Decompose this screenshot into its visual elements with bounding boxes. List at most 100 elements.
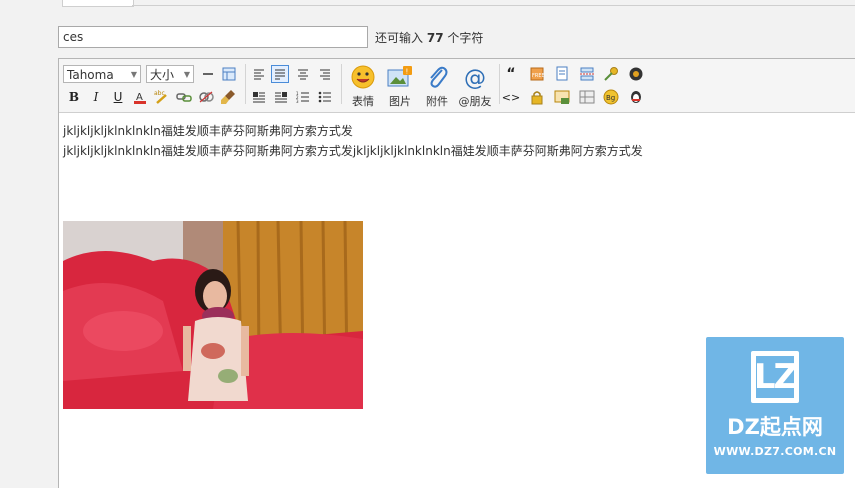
qq-penguin-icon xyxy=(631,91,641,103)
embedded-photo[interactable] xyxy=(63,221,363,409)
insert-code-block-button[interactable] xyxy=(553,65,571,83)
font-size-value: 大小 xyxy=(150,68,175,82)
editor-content[interactable]: jkljkljkljklnklnkln福娃发顺丰萨芬阿斯弗阿方索方式发 jklj… xyxy=(63,121,853,161)
bg-color-icon: Bg xyxy=(603,89,619,105)
ordered-list-icon: 123 xyxy=(296,91,309,103)
float-right-button[interactable] xyxy=(272,88,290,106)
insert-grid-button[interactable] xyxy=(578,88,596,106)
code-button[interactable]: <> xyxy=(502,88,520,106)
ordered-list-button[interactable]: 123 xyxy=(294,88,312,106)
mention-button[interactable]: @ @朋友 xyxy=(455,63,495,109)
bold-button[interactable]: B xyxy=(65,88,83,106)
password-button[interactable] xyxy=(528,88,546,106)
insert-link-button[interactable] xyxy=(175,88,193,106)
link-icon xyxy=(176,93,192,102)
mention-label: @朋友 xyxy=(458,95,492,108)
subject-row: 还可输入 77 个字符 xyxy=(58,26,855,48)
font-color-icon: A xyxy=(134,92,146,104)
qq-button[interactable] xyxy=(627,88,645,106)
tab-divider xyxy=(132,5,855,6)
smiley-icon xyxy=(349,63,377,91)
editor-toolbar: Tahoma ▼ 大小 ▼ B I U A abc 1 2 3 表情 ! 图片 … xyxy=(59,59,855,113)
spell-check-button[interactable]: abc xyxy=(153,88,171,106)
horizontal-rule-icon xyxy=(203,73,213,75)
hide-content-button[interactable] xyxy=(602,65,620,83)
unordered-list-button[interactable] xyxy=(316,88,334,106)
free-tag-button[interactable]: FREE xyxy=(528,65,546,83)
svg-text:Bg: Bg xyxy=(606,94,615,102)
unordered-list-icon xyxy=(318,91,331,103)
chevron-down-icon: ▼ xyxy=(130,70,137,79)
image-button[interactable]: ! 图片 xyxy=(382,63,418,109)
counter-number: 77 xyxy=(426,31,444,45)
background-color-button[interactable]: Bg xyxy=(602,88,620,106)
active-tab[interactable] xyxy=(62,0,134,7)
align-center-button[interactable] xyxy=(294,65,312,83)
image-icon: ! xyxy=(386,63,414,91)
align-left-button[interactable] xyxy=(250,65,268,83)
float-left-button[interactable] xyxy=(250,88,268,106)
unlink-icon xyxy=(199,91,214,103)
at-sign-icon: @ xyxy=(461,63,489,91)
float-right-icon xyxy=(275,92,287,103)
emoticon-label: 表情 xyxy=(352,95,374,108)
media-disc-icon xyxy=(629,67,643,81)
document-icon xyxy=(556,66,568,81)
font-family-value: Tahoma xyxy=(67,68,114,82)
horizontal-rule-button[interactable] xyxy=(199,65,217,83)
watermark-logo-text: LZ xyxy=(753,357,798,397)
insert-table-button[interactable] xyxy=(220,65,238,83)
counter-prefix: 还可输入 xyxy=(375,31,424,45)
quote-button[interactable]: “ xyxy=(502,65,520,83)
eraser-brush-icon xyxy=(221,90,235,104)
svg-text:3: 3 xyxy=(296,99,299,103)
float-left-icon xyxy=(253,92,265,103)
align-justify-icon xyxy=(275,69,285,80)
table-icon xyxy=(222,67,236,81)
svg-text:!: ! xyxy=(406,68,409,76)
underline-button[interactable]: U xyxy=(109,88,127,106)
watermark-site-name: DZ起点网 xyxy=(727,415,823,439)
photo-image xyxy=(63,221,363,409)
flash-media-button[interactable] xyxy=(627,65,645,83)
image-label: 图片 xyxy=(389,95,411,108)
unlink-button[interactable] xyxy=(197,88,215,106)
svg-text:FREE: FREE xyxy=(532,73,545,79)
watermark-url: WWW.DZ7.COM.CN xyxy=(713,445,837,458)
font-size-select[interactable]: 大小 ▼ xyxy=(146,65,194,83)
toolbar-separator xyxy=(245,64,246,104)
attachment-label: 附件 xyxy=(426,95,448,108)
toolbar-separator xyxy=(499,64,500,104)
key-icon xyxy=(604,67,618,81)
toolbar-separator xyxy=(341,64,342,104)
watermark-logo-mark: LZ xyxy=(751,351,799,403)
content-line: jkljkljkljklnklnkln福娃发顺丰萨芬阿斯弗阿方索方式发jkljk… xyxy=(63,144,643,158)
lock-icon xyxy=(531,91,543,105)
align-right-icon xyxy=(320,69,330,80)
emoticon-button[interactable]: 表情 xyxy=(345,63,381,109)
font-color-button[interactable]: A xyxy=(131,88,149,106)
align-center-icon xyxy=(298,69,308,80)
font-family-select[interactable]: Tahoma ▼ xyxy=(63,65,141,83)
clear-format-button[interactable] xyxy=(219,88,237,106)
counter-suffix: 个字符 xyxy=(447,31,484,45)
align-right-button[interactable] xyxy=(316,65,334,83)
chevron-down-icon: ▼ xyxy=(183,70,190,79)
subject-char-counter: 还可输入 77 个字符 xyxy=(375,29,483,46)
spell-check-icon: abc xyxy=(154,90,167,104)
picture-frame-icon xyxy=(554,90,570,104)
content-line: jkljkljkljklnklnkln福娃发顺丰萨芬阿斯弗阿方索方式发 xyxy=(63,124,353,138)
grid-icon xyxy=(579,90,595,104)
insert-image-frame-button[interactable] xyxy=(553,88,571,106)
paperclip-icon xyxy=(423,63,451,91)
free-icon: FREE xyxy=(530,67,545,81)
page-break-button[interactable] xyxy=(578,65,596,83)
subject-input[interactable] xyxy=(58,26,368,48)
watermark-logo: LZ DZ起点网 WWW.DZ7.COM.CN xyxy=(706,337,844,474)
align-left-icon xyxy=(254,69,264,80)
page-break-icon xyxy=(580,67,594,81)
attachment-button[interactable]: 附件 xyxy=(419,63,455,109)
align-justify-button[interactable] xyxy=(271,65,289,83)
tab-strip xyxy=(0,0,855,7)
italic-button[interactable]: I xyxy=(87,88,105,106)
